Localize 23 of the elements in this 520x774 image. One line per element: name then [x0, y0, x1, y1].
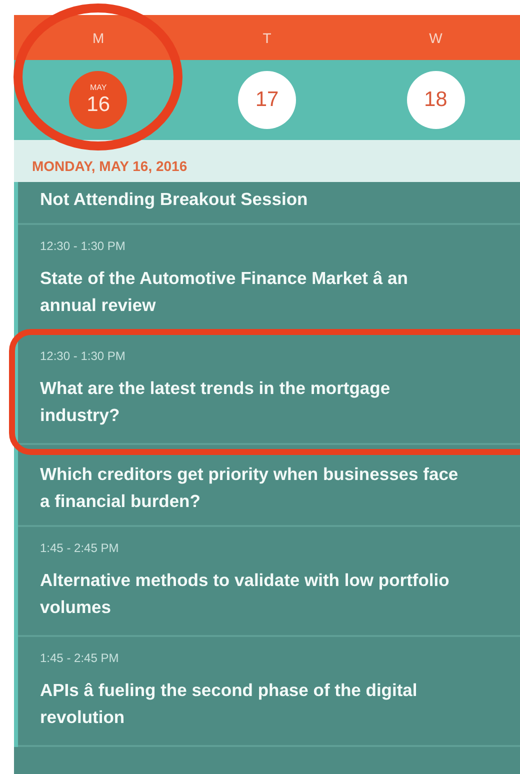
session-item[interactable]: 12:30 - 1:30 PM What are the latest trends in the mortgage industry? — [18, 335, 520, 445]
session-item[interactable]: 12:30 - 1:30 PM State of the Automotive Finance Market â an annual review — [18, 225, 520, 335]
session-item[interactable]: Not Attending Breakout Session — [18, 182, 520, 225]
session-time: 1:45 - 2:45 PM — [40, 651, 120, 665]
date-button[interactable]: MAY 16 — [69, 71, 128, 129]
session-item[interactable]: Which creditors get priority when businesses face a financial burden? — [18, 445, 520, 527]
session-title: Not Attending Breakout Session — [40, 188, 309, 211]
session-item[interactable]: 1:45 - 2:45 PM APIs â fueling the second phase of the digital revolution — [18, 637, 520, 747]
session-time: 12:30 - 1:30 PM — [40, 349, 126, 363]
date-button[interactable]: 17 — [238, 71, 296, 129]
date-header: MONDAY, MAY 16, 2016 — [14, 140, 520, 182]
session-title: APIs â fueling the second phase of the digital revolution — [40, 679, 418, 729]
session-title: Which creditors get priority when businesses face a financial burden? — [40, 463, 460, 513]
session-title: Alternative methods to validate with low portfolio volumes — [40, 569, 450, 619]
session-title: What are the latest trends in the mortgage industry? — [40, 377, 392, 427]
session-title: State of the Automotive Finance Market â an annual review — [40, 267, 409, 317]
date-button[interactable]: 18 — [406, 71, 465, 129]
session-time: 12:30 - 1:30 PM — [40, 239, 126, 253]
session-item[interactable]: 1:45 - 2:45 PM Alternative methods to validate with low portfolio volumes — [18, 527, 520, 637]
weekday-label: T — [262, 30, 272, 46]
session-time: 1:45 - 2:45 PM — [40, 541, 120, 555]
weekday-label: W — [429, 30, 442, 46]
weekday-label: M — [92, 30, 104, 46]
